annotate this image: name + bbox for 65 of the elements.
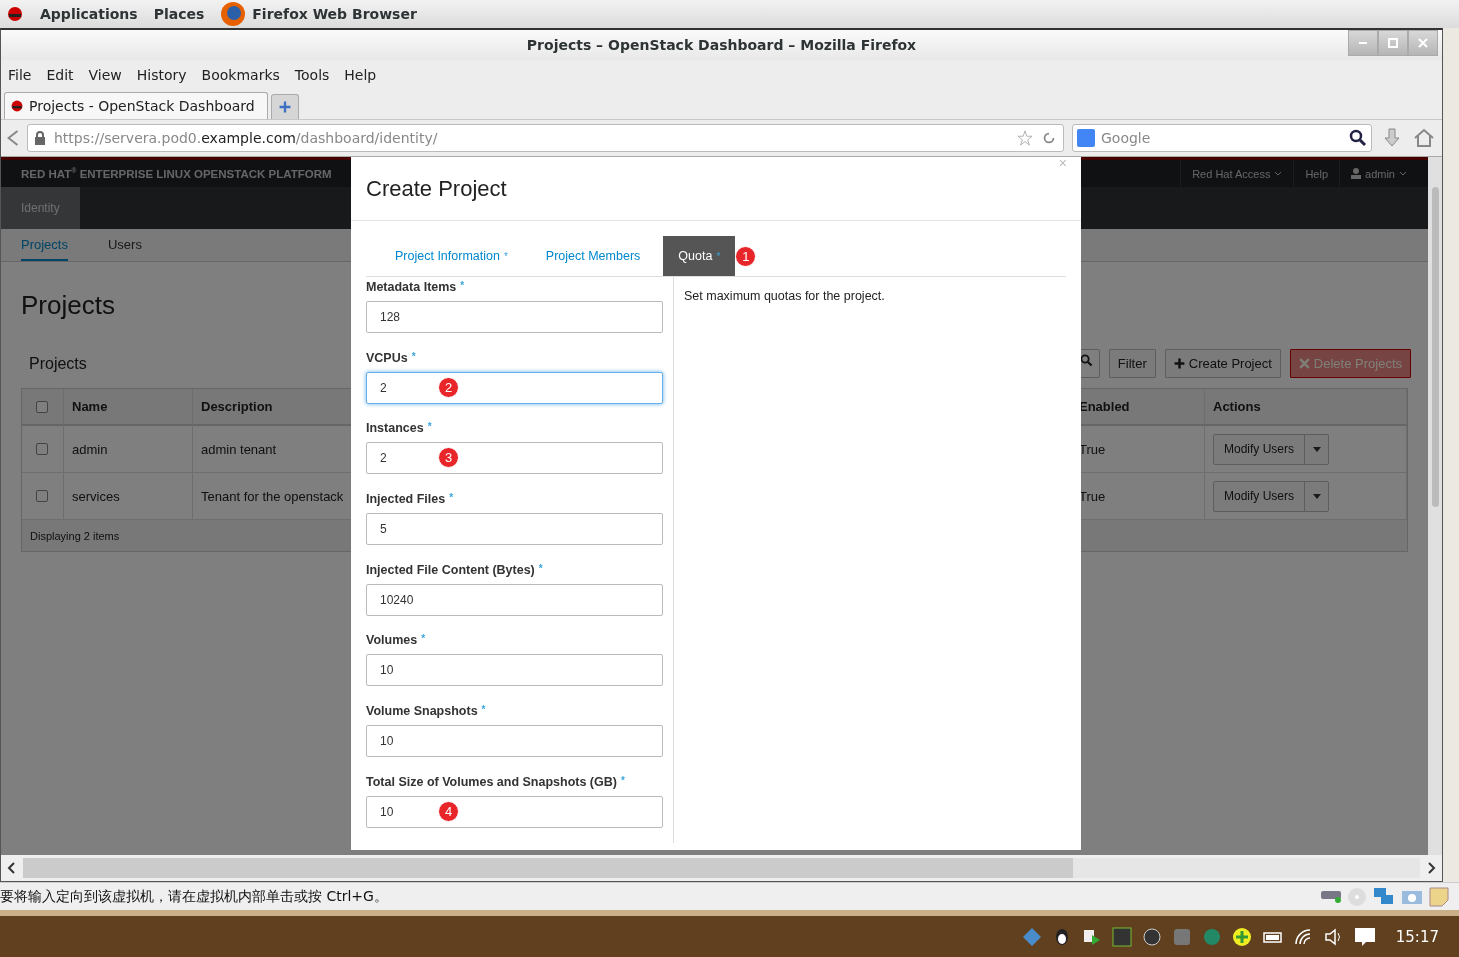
- help-text: Set maximum quotas for the project.: [683, 288, 886, 305]
- item-count: Displaying 2 items: [30, 529, 120, 542]
- column-header: Enabled: [1079, 399, 1130, 414]
- field-label: Injected File Content (Bytes): [366, 562, 535, 577]
- toolbar-button[interactable]: Create Project: [1164, 349, 1281, 378]
- action-split-button[interactable]: Modify Users: [1213, 433, 1329, 465]
- table-cell: services: [72, 488, 120, 504]
- menu-item[interactable]: Help: [344, 67, 377, 83]
- toolbar-button[interactable]: Filter: [1108, 349, 1156, 378]
- input-field[interactable]: 10240: [366, 583, 663, 616]
- window-title: Projects – OpenStack Dashboard – Mozilla Firefox: [526, 37, 917, 53]
- required-mark: *: [481, 704, 486, 716]
- dialog-title: Create Project: [366, 175, 507, 202]
- required-mark: *: [460, 280, 465, 291]
- menu-item[interactable]: Edit: [46, 67, 74, 83]
- table-cell: admin tenant: [201, 441, 277, 457]
- field-label: Total Size of Volumes and Snapshots (GB): [366, 774, 617, 789]
- required-mark: *: [427, 421, 432, 433]
- field-label: Metadata Items: [366, 280, 457, 294]
- marker-badge: 1: [735, 245, 757, 267]
- column-header: Name: [72, 399, 108, 414]
- clock: 15:17: [1395, 927, 1439, 946]
- action-split-button[interactable]: Modify Users: [1213, 480, 1329, 512]
- input-field[interactable]: 10: [366, 654, 663, 687]
- table-cell: admin: [72, 441, 108, 457]
- field-label: Volume Snapshots: [366, 704, 478, 719]
- menu-item[interactable]: History: [136, 67, 187, 83]
- status-message: 要将输入定向到该虚拟机，请在虚拟机内部单击或按 Ctrl+G。: [0, 887, 388, 906]
- column-header: Actions: [1213, 399, 1261, 414]
- app-name[interactable]: Firefox Web Browser: [252, 6, 417, 22]
- required-mark: *: [538, 562, 543, 574]
- menu-item[interactable]: Bookmarks: [201, 67, 280, 83]
- menu-item[interactable]: View: [88, 67, 122, 83]
- top-menu[interactable]: Applications: [40, 6, 138, 22]
- table-cell: True: [1079, 441, 1106, 457]
- dialog-tab[interactable]: Project Members: [530, 236, 656, 276]
- required-mark: *: [411, 350, 416, 362]
- field-label: Injected Files: [366, 492, 446, 507]
- input-field[interactable]: 128: [366, 301, 663, 333]
- menu-item[interactable]: File: [8, 67, 32, 83]
- panel-title: Projects: [29, 354, 87, 373]
- required-mark: *: [421, 633, 426, 645]
- dialog-tab[interactable]: Quota *: [663, 236, 736, 276]
- table-cell: True: [1079, 488, 1106, 504]
- field-label: Volumes: [366, 633, 418, 648]
- modify-users-button[interactable]: Modify Users: [1214, 481, 1304, 511]
- top-menu[interactable]: Places: [153, 6, 205, 22]
- address-field[interactable]: https://servera.pod0.example.com/dashboard/identity/: [27, 124, 1064, 152]
- brand-name: RED HAT$^{®}$ ENTERPRISE LINUX OPENSTACK PLATFORM: [21, 167, 332, 180]
- search-field[interactable]: Google: [1072, 124, 1372, 152]
- browser-tab[interactable]: Projects - OpenStack Dashboard: [4, 92, 268, 119]
- column-header: Description: [201, 399, 273, 414]
- input-field[interactable]: 5: [366, 513, 663, 546]
- search-placeholder: Google: [1101, 130, 1152, 146]
- required-mark: *: [449, 492, 454, 504]
- input-field[interactable]: 10: [366, 725, 663, 758]
- nav-tab[interactable]: Users: [107, 229, 142, 261]
- table-cell: Tenant for the openstack: [201, 488, 344, 504]
- field-label: VCPUs: [366, 350, 408, 365]
- menu-item[interactable]: Tools: [294, 67, 330, 83]
- required-mark: *: [620, 774, 625, 786]
- modify-users-button[interactable]: Modify Users: [1214, 434, 1304, 464]
- dialog-tab[interactable]: Project Information *: [380, 236, 523, 276]
- page-title: Projects: [21, 290, 115, 320]
- field-label: Instances: [366, 421, 424, 436]
